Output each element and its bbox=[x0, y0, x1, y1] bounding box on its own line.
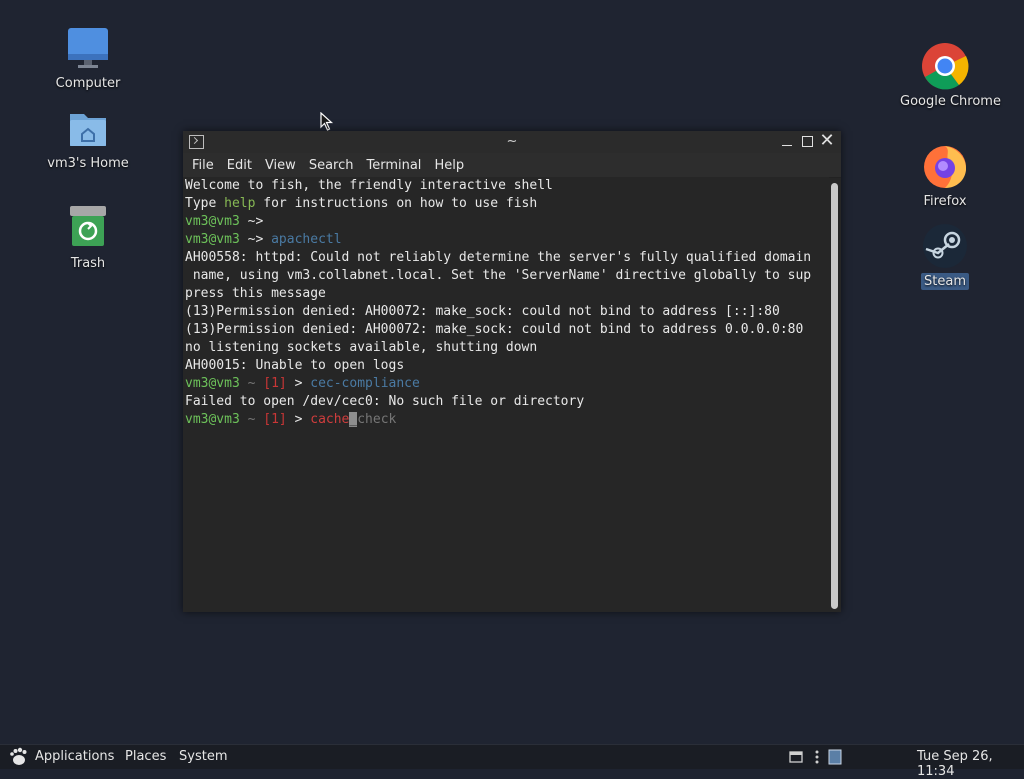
prompt-arrow: > bbox=[286, 412, 311, 427]
output-text: name, using vm3.collabnet.local. Set the… bbox=[185, 268, 812, 283]
output-text: AH00558: httpd: Could not reliably deter… bbox=[185, 250, 812, 265]
window-titlebar[interactable]: ~ ✕ bbox=[183, 131, 841, 153]
terminal-line: AH00558: httpd: Could not reliably deter… bbox=[183, 249, 829, 267]
terminal-line: name, using vm3.collabnet.local. Set the… bbox=[183, 267, 829, 285]
menu-help[interactable]: Help bbox=[429, 158, 469, 173]
output-text: Type bbox=[185, 196, 225, 211]
autosuggestion: check bbox=[357, 412, 397, 427]
prompt-user: vm3@vm3 bbox=[185, 412, 240, 427]
output-text: for instructions on how to use fish bbox=[255, 196, 538, 211]
prompt-arrow: > bbox=[286, 376, 311, 391]
output-text: (13)Permission denied: AH00072: make_soc… bbox=[185, 322, 804, 337]
desktop-icon-label: Google Chrome bbox=[900, 94, 1001, 109]
system-menu[interactable]: System bbox=[179, 749, 227, 764]
terminal-line: vm3@vm3 ~ [1] > cec-compliance bbox=[183, 375, 829, 393]
prompt-arrow: ~> bbox=[239, 232, 264, 247]
desktop-icon-chrome[interactable]: Google Chrome bbox=[897, 42, 1001, 110]
exit-status: [1] bbox=[263, 412, 287, 427]
close-button[interactable]: ✕ bbox=[819, 132, 835, 150]
menu-edit[interactable]: Edit bbox=[222, 158, 257, 173]
terminal-line: vm3@vm3 ~> bbox=[183, 213, 829, 231]
desktop-icon-label: Firefox bbox=[923, 194, 967, 209]
terminal-line: Welcome to fish, the friendly interactiv… bbox=[183, 177, 829, 195]
scrollbar[interactable] bbox=[831, 183, 838, 609]
prompt-tilde: ~ bbox=[239, 412, 264, 427]
steam-icon bbox=[921, 222, 969, 270]
terminal-line: no listening sockets available, shutting… bbox=[183, 339, 829, 357]
window-list-icon[interactable] bbox=[789, 749, 803, 768]
output-text: Failed to open /dev/cec0: No such file o… bbox=[185, 394, 585, 409]
desktop-icon-label: Computer bbox=[55, 76, 121, 91]
output-text: (13)Permission denied: AH00072: make_soc… bbox=[185, 304, 780, 319]
menu-terminal[interactable]: Terminal bbox=[361, 158, 426, 173]
minimize-button[interactable] bbox=[779, 133, 795, 149]
terminal-line: vm3@vm3 ~> apachectl bbox=[183, 231, 829, 249]
terminal-window[interactable]: ~ ✕ File Edit View Search Terminal Help … bbox=[183, 131, 841, 612]
prompt-user: vm3@vm3 bbox=[185, 376, 240, 391]
window-title: ~ bbox=[506, 134, 518, 149]
bottom-panel: Applications Places System Tue Sep 26, 1… bbox=[0, 744, 1024, 779]
workspace-switcher-icon[interactable] bbox=[828, 749, 842, 769]
terminal-line: (13)Permission denied: AH00072: make_soc… bbox=[183, 303, 829, 321]
clock[interactable]: Tue Sep 26, 11:34 bbox=[917, 749, 1024, 779]
terminal-line: Type help for instructions on how to use… bbox=[183, 195, 829, 213]
desktop-icon-label: vm3's Home bbox=[47, 156, 129, 171]
desktop-icon-label: Steam bbox=[921, 273, 969, 290]
terminal-line: Failed to open /dev/cec0: No such file o… bbox=[183, 393, 829, 411]
prompt-arrow: ~> bbox=[239, 214, 264, 229]
output-text: press this message bbox=[185, 286, 326, 301]
prompt-tilde: ~ bbox=[239, 376, 264, 391]
applications-menu[interactable]: Applications bbox=[35, 749, 114, 764]
prompt-user: vm3@vm3 bbox=[185, 214, 240, 229]
menu-search[interactable]: Search bbox=[304, 158, 359, 173]
desktop: Computer vm3's Home Trash Google Chrome … bbox=[0, 0, 1024, 744]
home-folder-icon bbox=[64, 104, 112, 152]
trash-icon bbox=[64, 204, 112, 252]
welcome-text: Welcome to fish, the friendly interactiv… bbox=[185, 178, 553, 193]
terminal-output[interactable]: Welcome to fish, the friendly interactiv… bbox=[183, 177, 829, 612]
desktop-icon-home[interactable]: vm3's Home bbox=[40, 104, 136, 172]
separator-handle-icon bbox=[814, 749, 820, 769]
maximize-button[interactable] bbox=[799, 133, 815, 149]
menu-bar: File Edit View Search Terminal Help bbox=[183, 153, 841, 178]
desktop-icon-steam[interactable]: Steam bbox=[897, 222, 993, 290]
terminal-line: (13)Permission denied: AH00072: make_soc… bbox=[183, 321, 829, 339]
desktop-icon-label: Trash bbox=[70, 256, 106, 271]
output-text: AH00015: Unable to open logs bbox=[185, 358, 405, 373]
help-keyword: help bbox=[224, 196, 256, 211]
terminal-line: AH00015: Unable to open logs bbox=[183, 357, 829, 375]
firefox-icon bbox=[921, 142, 969, 190]
exit-status: [1] bbox=[263, 376, 287, 391]
terminal-input-line[interactable]: vm3@vm3 ~ [1] > cache_check bbox=[183, 411, 829, 429]
output-text: no listening sockets available, shutting… bbox=[185, 340, 538, 355]
computer-icon bbox=[64, 24, 112, 72]
gnome-foot-icon[interactable] bbox=[8, 747, 28, 767]
menu-view[interactable]: View bbox=[260, 158, 301, 173]
terminal-line: press this message bbox=[183, 285, 829, 303]
desktop-icon-computer[interactable]: Computer bbox=[40, 24, 136, 92]
desktop-icon-trash[interactable]: Trash bbox=[40, 204, 136, 272]
prompt-user: vm3@vm3 bbox=[185, 232, 240, 247]
desktop-icon-firefox[interactable]: Firefox bbox=[897, 142, 993, 210]
menu-file[interactable]: File bbox=[187, 158, 219, 173]
command-text: apachectl bbox=[271, 232, 342, 247]
chrome-icon bbox=[921, 42, 969, 90]
typed-command: cache bbox=[310, 412, 350, 427]
command-text: cec-compliance bbox=[310, 376, 420, 391]
places-menu[interactable]: Places bbox=[125, 749, 166, 764]
